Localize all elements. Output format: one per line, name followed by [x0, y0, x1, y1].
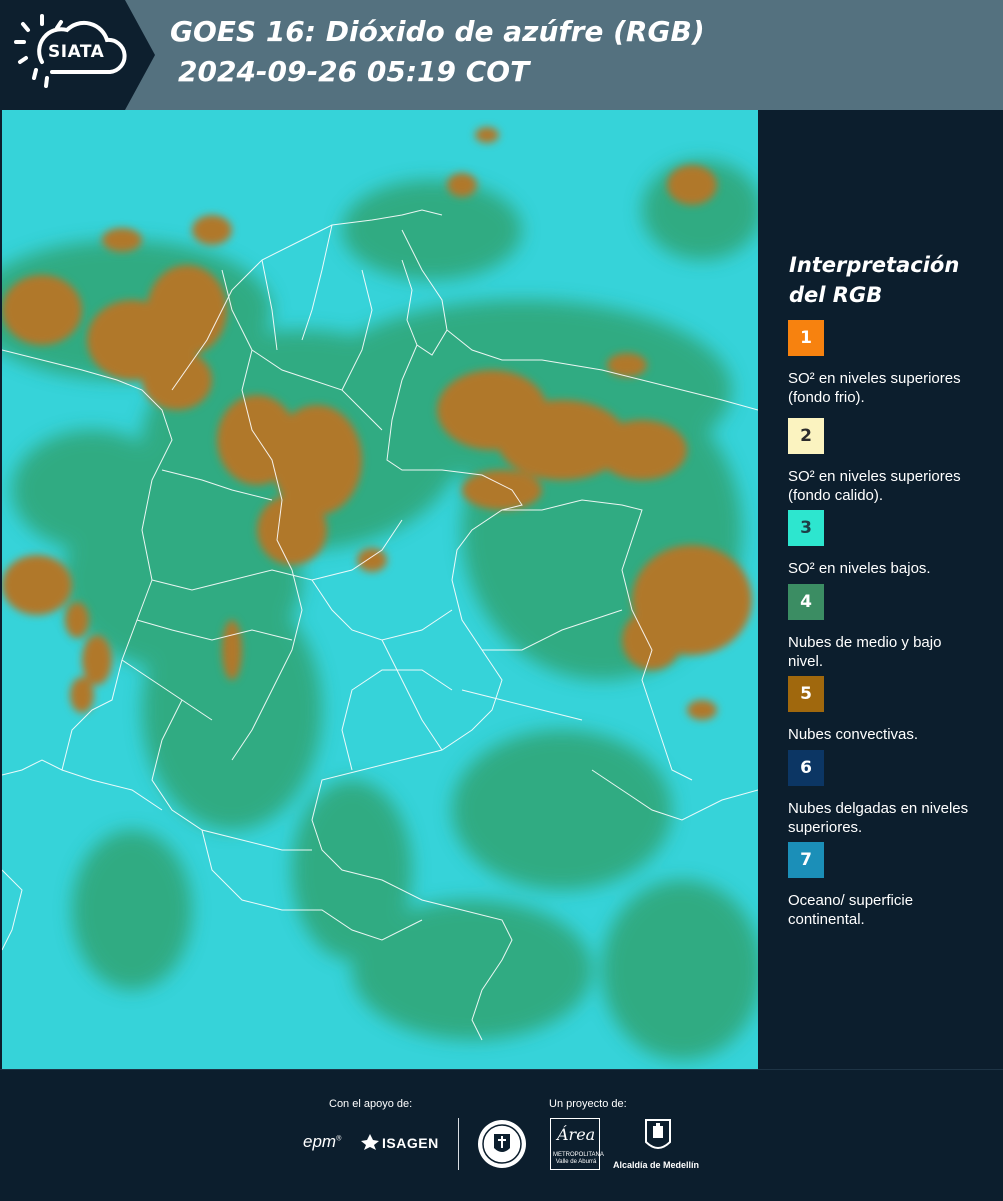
legend-item: 7 Oceano/ superficie continental. [788, 842, 978, 929]
legend-swatch-7: 7 [788, 842, 824, 878]
legend-panel: Interpretación del RGB 1 SO² en niveles … [760, 110, 1003, 1069]
footer: Con el apoyo de: Un proyecto de: epm® IS… [0, 1069, 1003, 1201]
area-logo-text: Área [557, 1125, 596, 1144]
page-title: GOES 16: Dióxido de azúfre (RGB) [170, 15, 705, 48]
legend-label-2: SO² en niveles superiores (fondo calido)… [788, 468, 961, 504]
legend-item: 2 SO² en niveles superiores (fondo calid… [788, 418, 978, 505]
isagen-logo: ISAGEN [382, 1135, 439, 1151]
legend-item: 5 Nubes convectivas. [788, 676, 978, 744]
legend-swatch-1: 1 [788, 320, 824, 356]
legend-label-5: Nubes convectivas. [788, 726, 919, 743]
legend-swatch-2: 2 [788, 418, 824, 454]
footer-divider [458, 1118, 459, 1170]
legend-item: 6 Nubes delgadas en niveles superiores. [788, 750, 978, 837]
legend-label-3: SO² en niveles bajos. [788, 560, 931, 577]
alcaldia-label: Alcaldía de Medellín [613, 1160, 700, 1170]
area-sub-2: Valle de Aburrá [555, 1159, 597, 1165]
legend-label-4: Nubes de medio y bajo nivel. [788, 634, 942, 670]
isagen-icon [361, 1134, 379, 1150]
siata-logo: SIATA [0, 0, 155, 110]
epm-logo-text: epm [303, 1132, 337, 1151]
alcaldia-shield-icon [645, 1119, 671, 1149]
legend-label-1: SO² en niveles superiores (fondo frio). [788, 370, 961, 406]
area-sub-1: METROPOLITANA [553, 1152, 604, 1158]
legend-item: 1 SO² en niveles superiores (fondo frio)… [788, 320, 978, 407]
area-metropolitana-logo: Área METROPOLITANA Valle de Aburrá [550, 1118, 604, 1170]
medellin-seal-icon [478, 1120, 526, 1168]
legend-label-7: Oceano/ superficie continental. [788, 892, 914, 928]
legend-item: 4 Nubes de medio y bajo nivel. [788, 584, 978, 671]
legend-label-6: Nubes delgadas en niveles superiores. [788, 800, 969, 836]
legend-item: 3 SO² en niveles bajos. [788, 510, 978, 578]
area-logo-subtitle: METROPOLITANA Valle de Aburrá [553, 1152, 604, 1166]
legend-swatch-5: 5 [788, 676, 824, 712]
header-bar: SIATA GOES 16: Dióxido de azúfre (RGB) 2… [0, 0, 1003, 110]
support-label: Con el apoyo de: [329, 1098, 413, 1110]
timestamp: 2024-09-26 05:19 COT [178, 55, 530, 88]
satellite-image [2, 110, 758, 1069]
legend-swatch-6: 6 [788, 750, 824, 786]
legend-swatch-4: 4 [788, 584, 824, 620]
project-label: Un proyecto de: [549, 1098, 627, 1110]
siata-logo-text: SIATA [48, 42, 105, 62]
epm-logo: epm® [303, 1132, 342, 1151]
legend-title: Interpretación del RGB [789, 253, 960, 307]
legend-swatch-3: 3 [788, 510, 824, 546]
